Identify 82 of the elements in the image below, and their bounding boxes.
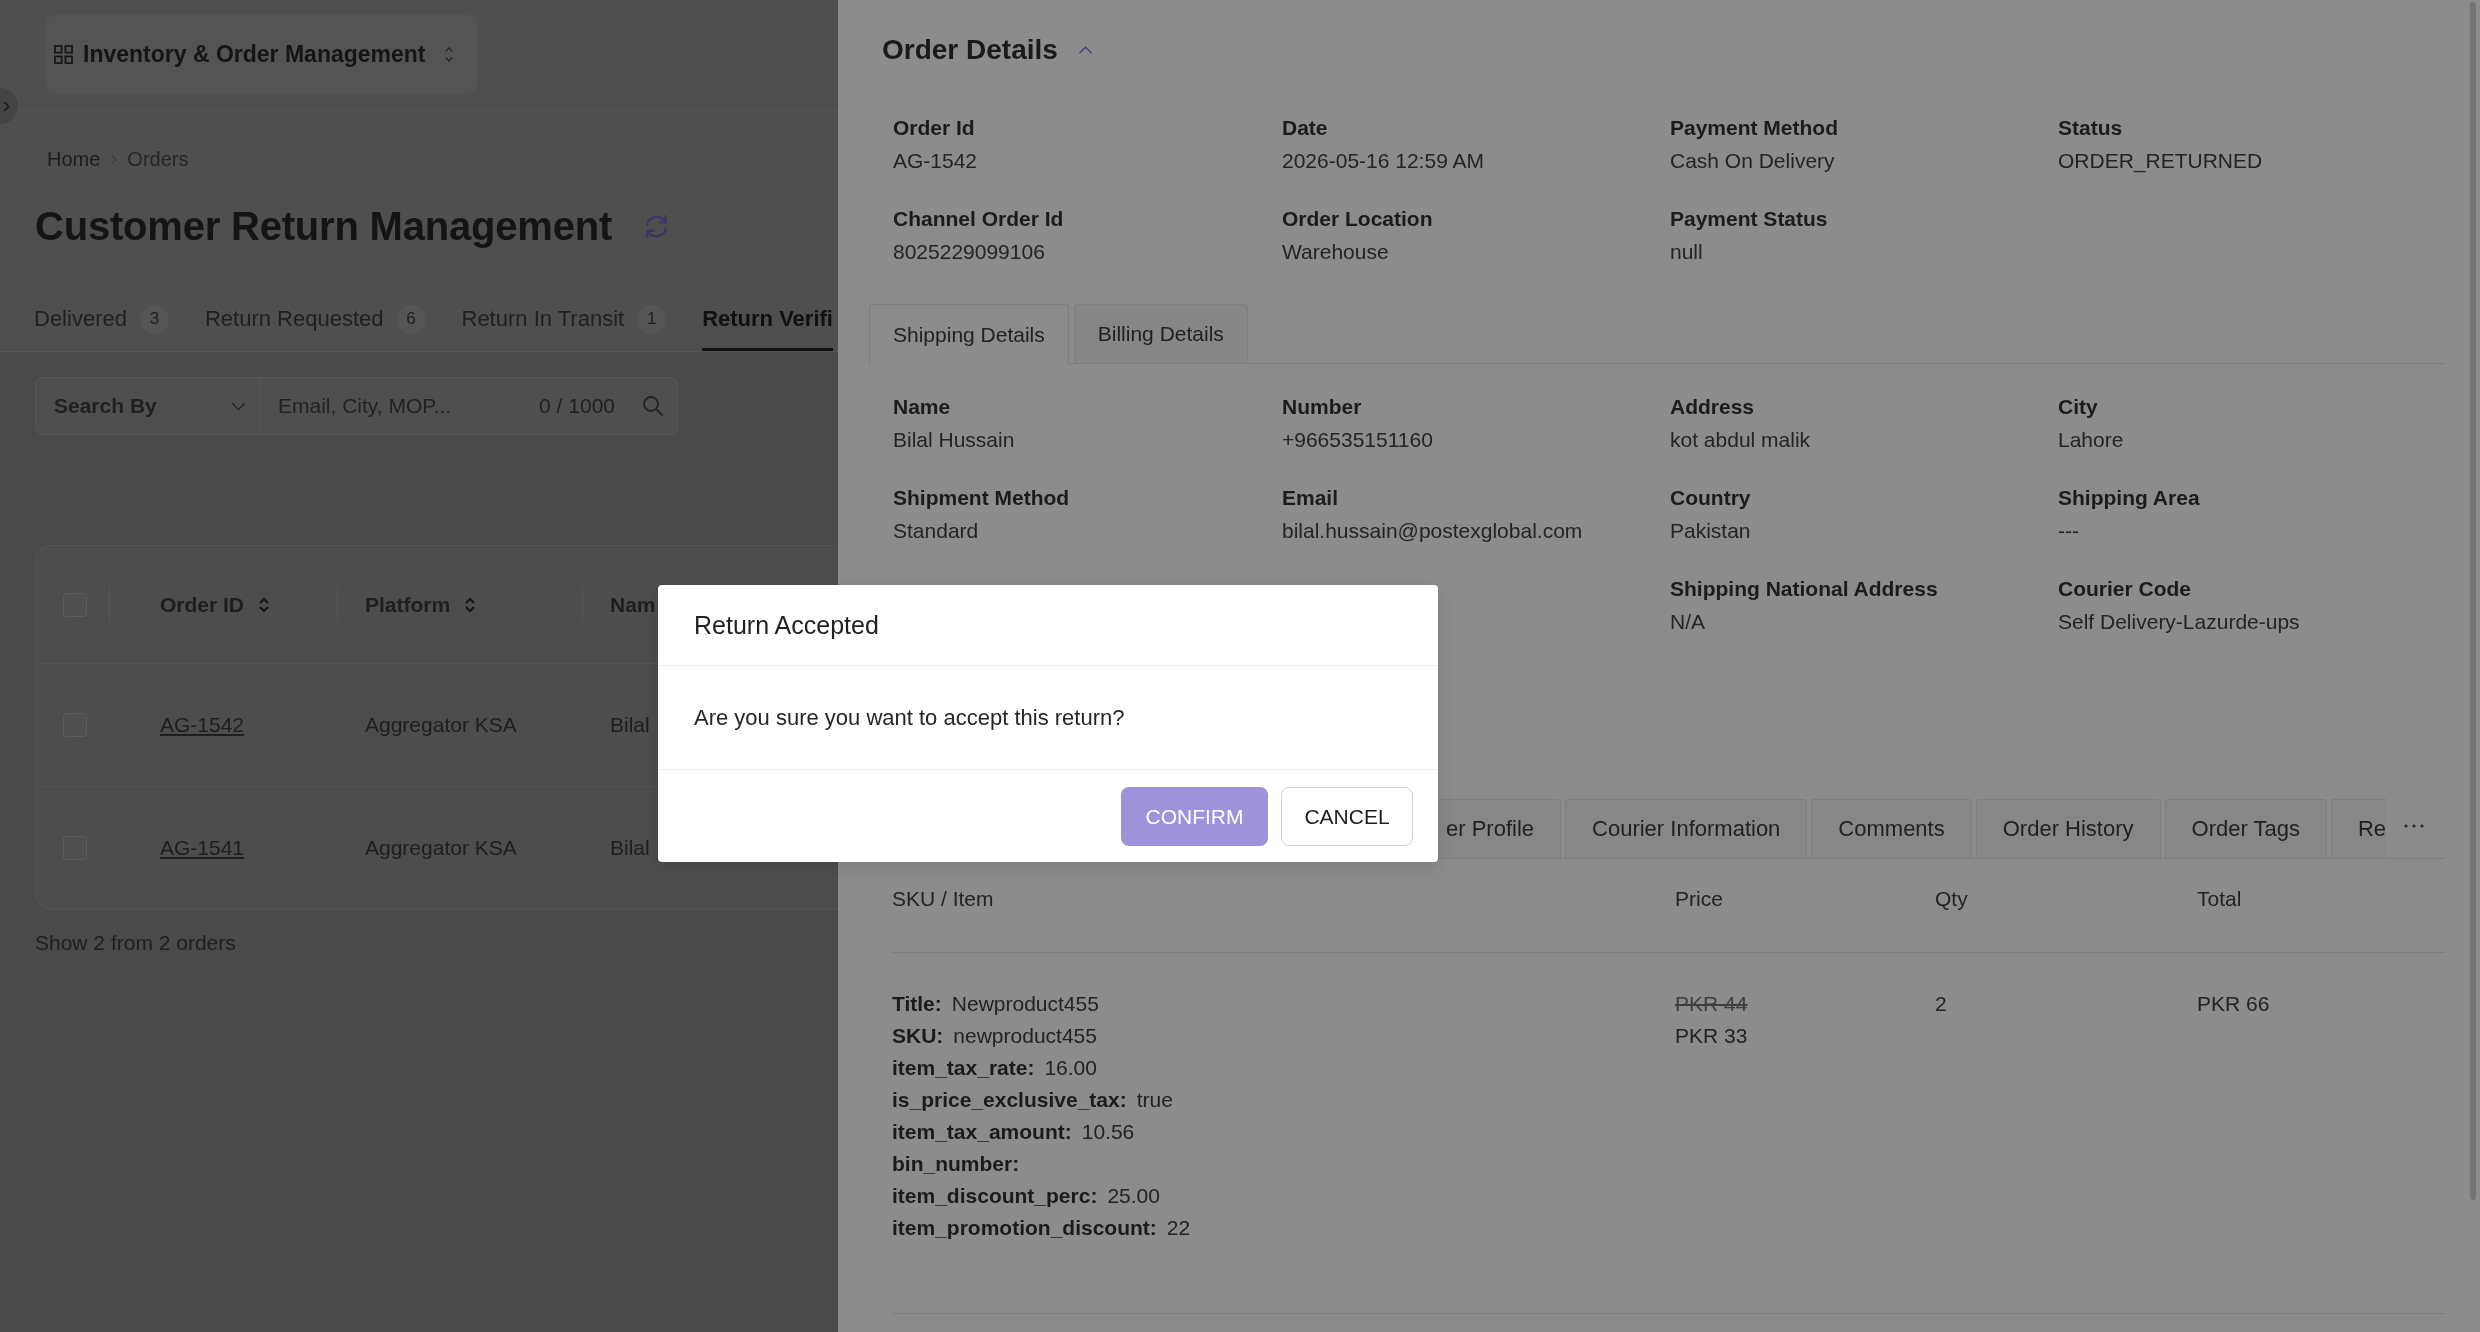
dialog-message: Are you sure you want to accept this return? [694, 704, 1125, 731]
field-value: +966535151160 [1282, 427, 1433, 453]
field-label: Shipment Method [893, 485, 1070, 511]
sort-icon [464, 595, 477, 614]
field-value: 8025229099106 [893, 239, 1045, 265]
field-value: N/A [1670, 609, 1705, 635]
chevron-up-icon[interactable] [1077, 45, 1093, 55]
field-value: null [1670, 239, 1703, 265]
field-value: Bilal Hussain [893, 427, 1015, 453]
column-header: Total [2197, 886, 2243, 912]
field-label: Order Id [893, 115, 975, 141]
app-switcher[interactable]: Inventory & Order Management [46, 15, 477, 93]
chevron-down-icon [231, 401, 246, 411]
field-label: Payment Method [1670, 115, 1839, 141]
attribute-value: 16.00 [1044, 1055, 1097, 1081]
field-value: Warehouse [1282, 239, 1389, 265]
column-header: SKU / Item [892, 886, 995, 912]
confirm-button[interactable]: CONFIRM [1121, 787, 1268, 846]
field-value: AG-1542 [893, 148, 978, 174]
original-price: PKR 44 [1675, 991, 1748, 1017]
field-label: City [2058, 394, 2098, 420]
field-value: Pakistan [1670, 518, 1751, 544]
attribute-value: 10.56 [1081, 1119, 1135, 1145]
tab[interactable]: Courier Information [1565, 799, 1808, 858]
attribute-value: true [1136, 1087, 1173, 1113]
tab[interactable]: Order Tags [2164, 799, 2327, 858]
tab[interactable]: Order History [1975, 799, 2161, 858]
attribute-label: item_tax_amount: [892, 1119, 1072, 1145]
field-label: Channel Order Id [893, 206, 1064, 232]
up-down-icon [443, 45, 454, 63]
section-title: Order Details [882, 33, 1058, 67]
field-value: Cash On Delivery [1670, 148, 1835, 174]
quantity: 2 [1935, 991, 1947, 1017]
attribute-value: newproduct455 [953, 1023, 1097, 1049]
field-value: kot abdul malik [1670, 427, 1811, 453]
grid-icon [54, 44, 73, 64]
search-icon[interactable] [642, 395, 664, 417]
field-label: Courier Code [2058, 576, 2191, 602]
chevron-right-icon [3, 100, 10, 112]
field-label: Payment Status [1670, 206, 1828, 232]
field-value: Standard [893, 518, 979, 544]
tab[interactable]: Billing Details [1073, 304, 1248, 363]
attribute-value: 22 [1166, 1215, 1191, 1241]
attribute-value: Newproduct455 [951, 991, 1099, 1017]
field-value: Lahore [2058, 427, 2124, 453]
field-value: --- [2058, 518, 2079, 544]
attribute-label: item_tax_rate: [892, 1055, 1035, 1081]
column-header: Price [1675, 886, 1724, 912]
tab[interactable]: Shipping Details [869, 304, 1069, 364]
attribute-label: Title: [892, 991, 942, 1017]
dialog-title: Return Accepted [694, 610, 879, 640]
field-label: Address [1670, 394, 1755, 420]
field-label: Number [1282, 394, 1362, 420]
field-label: Status [2058, 115, 2123, 141]
attribute-label: is_price_exclusive_tax: [892, 1087, 1127, 1113]
line-total: PKR 66 [2197, 991, 2270, 1017]
field-label: Country [1670, 485, 1751, 511]
field-label: Shipping Area [2058, 485, 2200, 511]
column-header: Qty [1935, 886, 1969, 912]
scrollbar[interactable] [2470, 2, 2476, 1200]
tab[interactable]: Re [2330, 799, 2387, 858]
page-title: Customer Return Management [35, 203, 613, 250]
field-value: ORDER_RETURNED [2058, 148, 2263, 175]
field-label: Shipping National Address [1670, 576, 1938, 602]
attribute-value: 25.00 [1107, 1183, 1160, 1209]
tab[interactable]: Comments [1811, 799, 1972, 858]
attribute-label: item_discount_perc: [892, 1183, 1098, 1209]
field-value: 2026-05-16 12:59 AM [1282, 148, 1484, 174]
attribute-label: bin_number: [892, 1151, 1020, 1177]
attribute-label: item_promotion_discount: [892, 1215, 1157, 1241]
attribute-label: SKU: [892, 1023, 944, 1049]
more-icon[interactable] [2404, 823, 2425, 828]
sort-icon [258, 595, 271, 614]
field-label: Date [1282, 115, 1328, 141]
field-label: Email [1282, 485, 1339, 511]
field-label: Order Location [1282, 206, 1433, 232]
price: PKR 33 [1675, 1023, 1748, 1049]
field-label: Name [893, 394, 951, 420]
field-value: Self Delivery-Lazurde-ups [2058, 609, 2300, 635]
status-tab[interactable]: Return Verifi [702, 290, 833, 351]
cancel-button[interactable]: CANCEL [1281, 787, 1413, 846]
field-value: bilal.hussain@postexglobal.com [1282, 518, 1583, 544]
